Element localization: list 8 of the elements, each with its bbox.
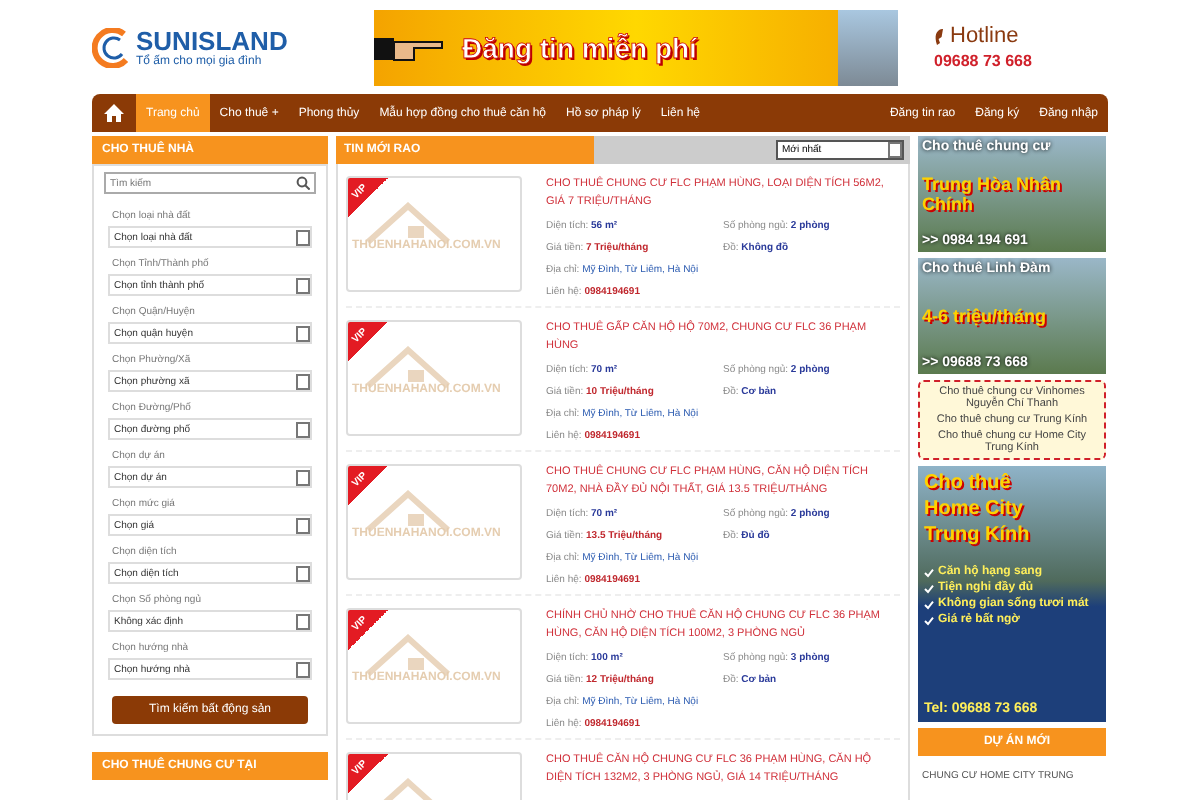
logo-name[interactable]: SUNISLAND — [136, 26, 288, 56]
pointing-hand-icon — [374, 33, 446, 61]
home-icon[interactable] — [104, 104, 124, 122]
hotline-phone: 09688 73 668 — [934, 52, 1032, 70]
hotline-label: Hotline — [950, 24, 1019, 48]
phone-icon — [934, 27, 946, 45]
search-icon — [296, 176, 310, 190]
logo-icon — [92, 27, 132, 67]
